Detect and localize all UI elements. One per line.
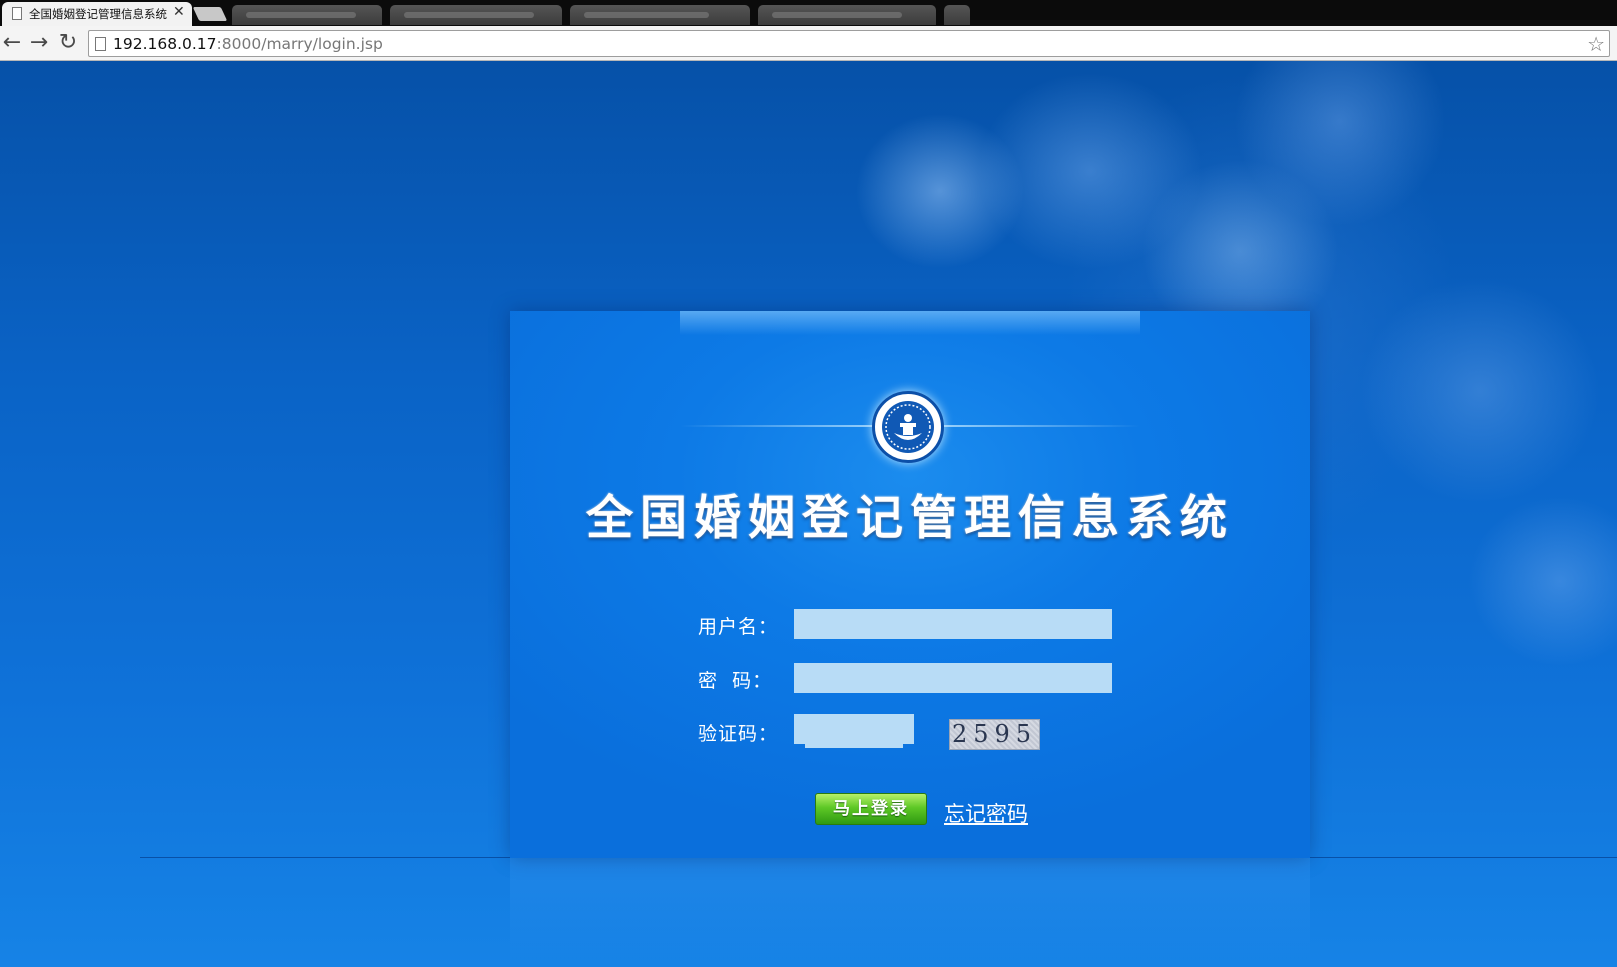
reload-icon[interactable]: ↻ [56, 31, 80, 55]
emblem-glyph-icon [885, 404, 931, 450]
page-icon [95, 37, 106, 51]
url-path: :8000/marry/login.jsp [216, 35, 383, 53]
login-panel: 全国婚姻登记管理信息系统 用户名： 密 码： 验证码： 2595 马上登录 忘记… [510, 311, 1310, 858]
username-input[interactable] [794, 609, 1112, 639]
captcha-label: 验证码： [698, 723, 779, 745]
captcha-input[interactable] [794, 714, 914, 744]
password-label: 密 码： [698, 670, 773, 692]
new-tab-button[interactable] [192, 7, 228, 21]
tab-background[interactable] [390, 5, 562, 25]
address-bar[interactable]: 192.168.0.17:8000/marry/login.jsp ☆ [88, 30, 1610, 57]
browser-toolbar: ← → ↻ 192.168.0.17:8000/marry/login.jsp … [0, 26, 1617, 61]
url-host: 192.168.0.17 [113, 35, 217, 53]
panel-glow [680, 311, 1140, 335]
star-icon[interactable]: ☆ [1587, 32, 1605, 56]
password-input[interactable] [794, 663, 1112, 693]
panel-reflection [510, 858, 1310, 967]
captcha-image[interactable]: 2595 [949, 719, 1040, 750]
login-button[interactable]: 马上登录 [815, 793, 927, 825]
tab-background[interactable] [570, 5, 750, 25]
tab-background[interactable] [232, 5, 382, 25]
arrow-right-icon[interactable]: → [27, 31, 51, 55]
login-page: 全国婚姻登记管理信息系统 用户名： 密 码： 验证码： 2595 马上登录 忘记… [0, 61, 1617, 967]
tab-strip: 全国婚姻登记管理信息系统 ✕ [0, 0, 1617, 26]
arrow-left-icon[interactable]: ← [0, 31, 24, 55]
url-text[interactable]: 192.168.0.17:8000/marry/login.jsp [113, 35, 383, 53]
tab-active[interactable]: 全国婚姻登记管理信息系统 ✕ [2, 2, 192, 26]
tab-background[interactable] [758, 5, 936, 25]
tab-title: 全国婚姻登记管理信息系统 [29, 7, 167, 21]
page-icon [12, 7, 22, 20]
username-label: 用户名： [698, 616, 779, 638]
system-title: 全国婚姻登记管理信息系统 [586, 491, 1234, 546]
captcha-input-shadow [805, 742, 903, 748]
tab-background[interactable] [944, 5, 970, 25]
forgot-password-link[interactable]: 忘记密码 [944, 798, 1028, 828]
emblem-inner [882, 401, 934, 453]
emblem-logo [872, 391, 944, 463]
close-icon[interactable]: ✕ [173, 4, 185, 20]
